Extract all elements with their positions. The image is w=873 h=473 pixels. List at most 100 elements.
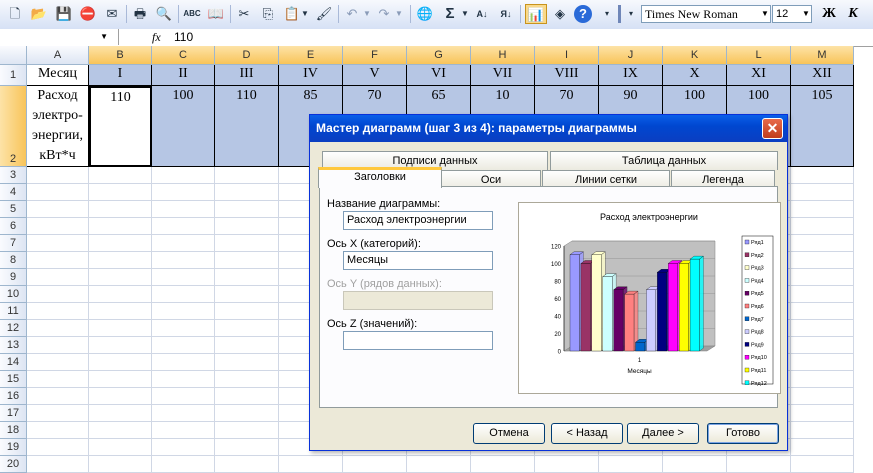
grid-cell[interactable] <box>89 286 152 303</box>
grid-cell[interactable] <box>152 337 215 354</box>
table-cell[interactable]: 105 <box>791 86 854 167</box>
sort-asc-icon[interactable]: А↓ <box>472 4 492 24</box>
grid-cell[interactable] <box>215 320 279 337</box>
font-name-dropdown-icon[interactable]: ▼ <box>759 5 771 23</box>
font-name-box[interactable]: Times New Roman <box>641 5 771 23</box>
grid-cell[interactable] <box>152 388 215 405</box>
grid-cell[interactable] <box>27 439 89 456</box>
grid-cell[interactable] <box>152 218 215 235</box>
name-box[interactable]: ▼ <box>0 29 119 45</box>
grid-cell[interactable] <box>89 405 152 422</box>
grid-cell[interactable] <box>791 388 854 405</box>
grid-cell[interactable] <box>89 422 152 439</box>
row-header[interactable]: 4 <box>0 184 27 201</box>
undo-icon[interactable]: ↶ <box>342 4 362 24</box>
grid-cell[interactable] <box>27 337 89 354</box>
grid-cell[interactable] <box>27 269 89 286</box>
finish-button[interactable]: Готово <box>707 423 779 444</box>
grid-cell[interactable] <box>791 354 854 371</box>
grid-cell[interactable] <box>215 235 279 252</box>
x-axis-input[interactable]: Месяцы <box>343 251 493 270</box>
grid-cell[interactable] <box>152 184 215 201</box>
grid-cell[interactable] <box>27 405 89 422</box>
grid-cell[interactable] <box>152 371 215 388</box>
table-cell[interactable]: 100 <box>152 86 215 167</box>
grid-cell[interactable] <box>791 422 854 439</box>
grid-cell[interactable] <box>152 286 215 303</box>
save-icon[interactable]: 💾 <box>54 4 74 24</box>
grid-cell[interactable] <box>791 439 854 456</box>
table-cell[interactable]: IV <box>279 65 343 86</box>
grid-cell[interactable] <box>215 303 279 320</box>
tab-titles[interactable]: Заголовки <box>318 167 442 188</box>
table-cell[interactable]: Месяц <box>27 65 89 86</box>
grid-cell[interactable] <box>89 354 152 371</box>
grid-cell[interactable] <box>89 439 152 456</box>
grid-cell[interactable] <box>791 218 854 235</box>
table-cell[interactable]: VI <box>407 65 471 86</box>
grid-cell[interactable] <box>215 439 279 456</box>
row-header[interactable]: 19 <box>0 439 27 456</box>
grid-cell[interactable] <box>215 269 279 286</box>
table-cell[interactable]: 110 <box>89 86 152 167</box>
grid-cell[interactable] <box>791 303 854 320</box>
grid-cell[interactable] <box>152 167 215 184</box>
row-header[interactable]: 3 <box>0 167 27 184</box>
row-header[interactable]: 12 <box>0 320 27 337</box>
paste-icon[interactable]: 📋 <box>282 4 302 24</box>
grid-cell[interactable] <box>215 371 279 388</box>
email-icon[interactable]: ✉ <box>102 4 122 24</box>
grid-cell[interactable] <box>791 269 854 286</box>
grid-cell[interactable] <box>27 303 89 320</box>
column-header[interactable]: G <box>407 46 471 65</box>
grid-cell[interactable] <box>215 218 279 235</box>
grid-cell[interactable] <box>27 184 89 201</box>
table-cell[interactable]: XII <box>791 65 854 86</box>
table-cell[interactable]: VII <box>471 65 535 86</box>
grid-cell[interactable] <box>152 269 215 286</box>
row-header[interactable]: 14 <box>0 354 27 371</box>
column-header[interactable]: D <box>215 46 279 65</box>
table-cell[interactable]: V <box>343 65 407 86</box>
grid-cell[interactable] <box>152 252 215 269</box>
open-icon[interactable]: 📂 <box>29 4 49 24</box>
grid-cell[interactable] <box>215 388 279 405</box>
grid-cell[interactable] <box>89 201 152 218</box>
grid-cell[interactable] <box>27 422 89 439</box>
column-header[interactable]: J <box>599 46 663 65</box>
table-cell[interactable]: XI <box>727 65 791 86</box>
grid-cell[interactable] <box>27 354 89 371</box>
row-header[interactable]: 16 <box>0 388 27 405</box>
grid-cell[interactable] <box>27 235 89 252</box>
format-painter-icon[interactable]: 🖌 <box>314 4 334 24</box>
grid-cell[interactable] <box>791 252 854 269</box>
table-cell[interactable]: I <box>89 65 152 86</box>
new-icon[interactable]: 🗋 <box>5 4 25 24</box>
bold-button[interactable]: Ж <box>818 4 840 24</box>
grid-cell[interactable] <box>791 167 854 184</box>
row-header[interactable]: 11 <box>0 303 27 320</box>
grid-cell[interactable] <box>791 286 854 303</box>
column-header[interactable]: C <box>152 46 215 65</box>
close-icon[interactable]: ✕ <box>762 118 783 139</box>
next-button[interactable]: Далее > <box>627 423 699 444</box>
grid-cell[interactable] <box>791 405 854 422</box>
insert-function-icon[interactable]: fx <box>152 29 161 45</box>
grid-cell[interactable] <box>215 167 279 184</box>
cancel-button[interactable]: Отмена <box>473 423 545 444</box>
grid-cell[interactable] <box>27 371 89 388</box>
grid-cell[interactable] <box>215 405 279 422</box>
row-header[interactable]: 9 <box>0 269 27 286</box>
grid-cell[interactable] <box>27 388 89 405</box>
grid-cell[interactable] <box>152 235 215 252</box>
grid-cell[interactable] <box>215 252 279 269</box>
row-header[interactable]: 18 <box>0 422 27 439</box>
grid-cell[interactable] <box>89 184 152 201</box>
grid-cell[interactable] <box>27 167 89 184</box>
grid-cell[interactable] <box>89 252 152 269</box>
table-cell[interactable]: III <box>215 65 279 86</box>
table-cell[interactable]: II <box>152 65 215 86</box>
grid-cell[interactable] <box>27 286 89 303</box>
grid-cell[interactable] <box>215 286 279 303</box>
grid-cell[interactable] <box>791 337 854 354</box>
